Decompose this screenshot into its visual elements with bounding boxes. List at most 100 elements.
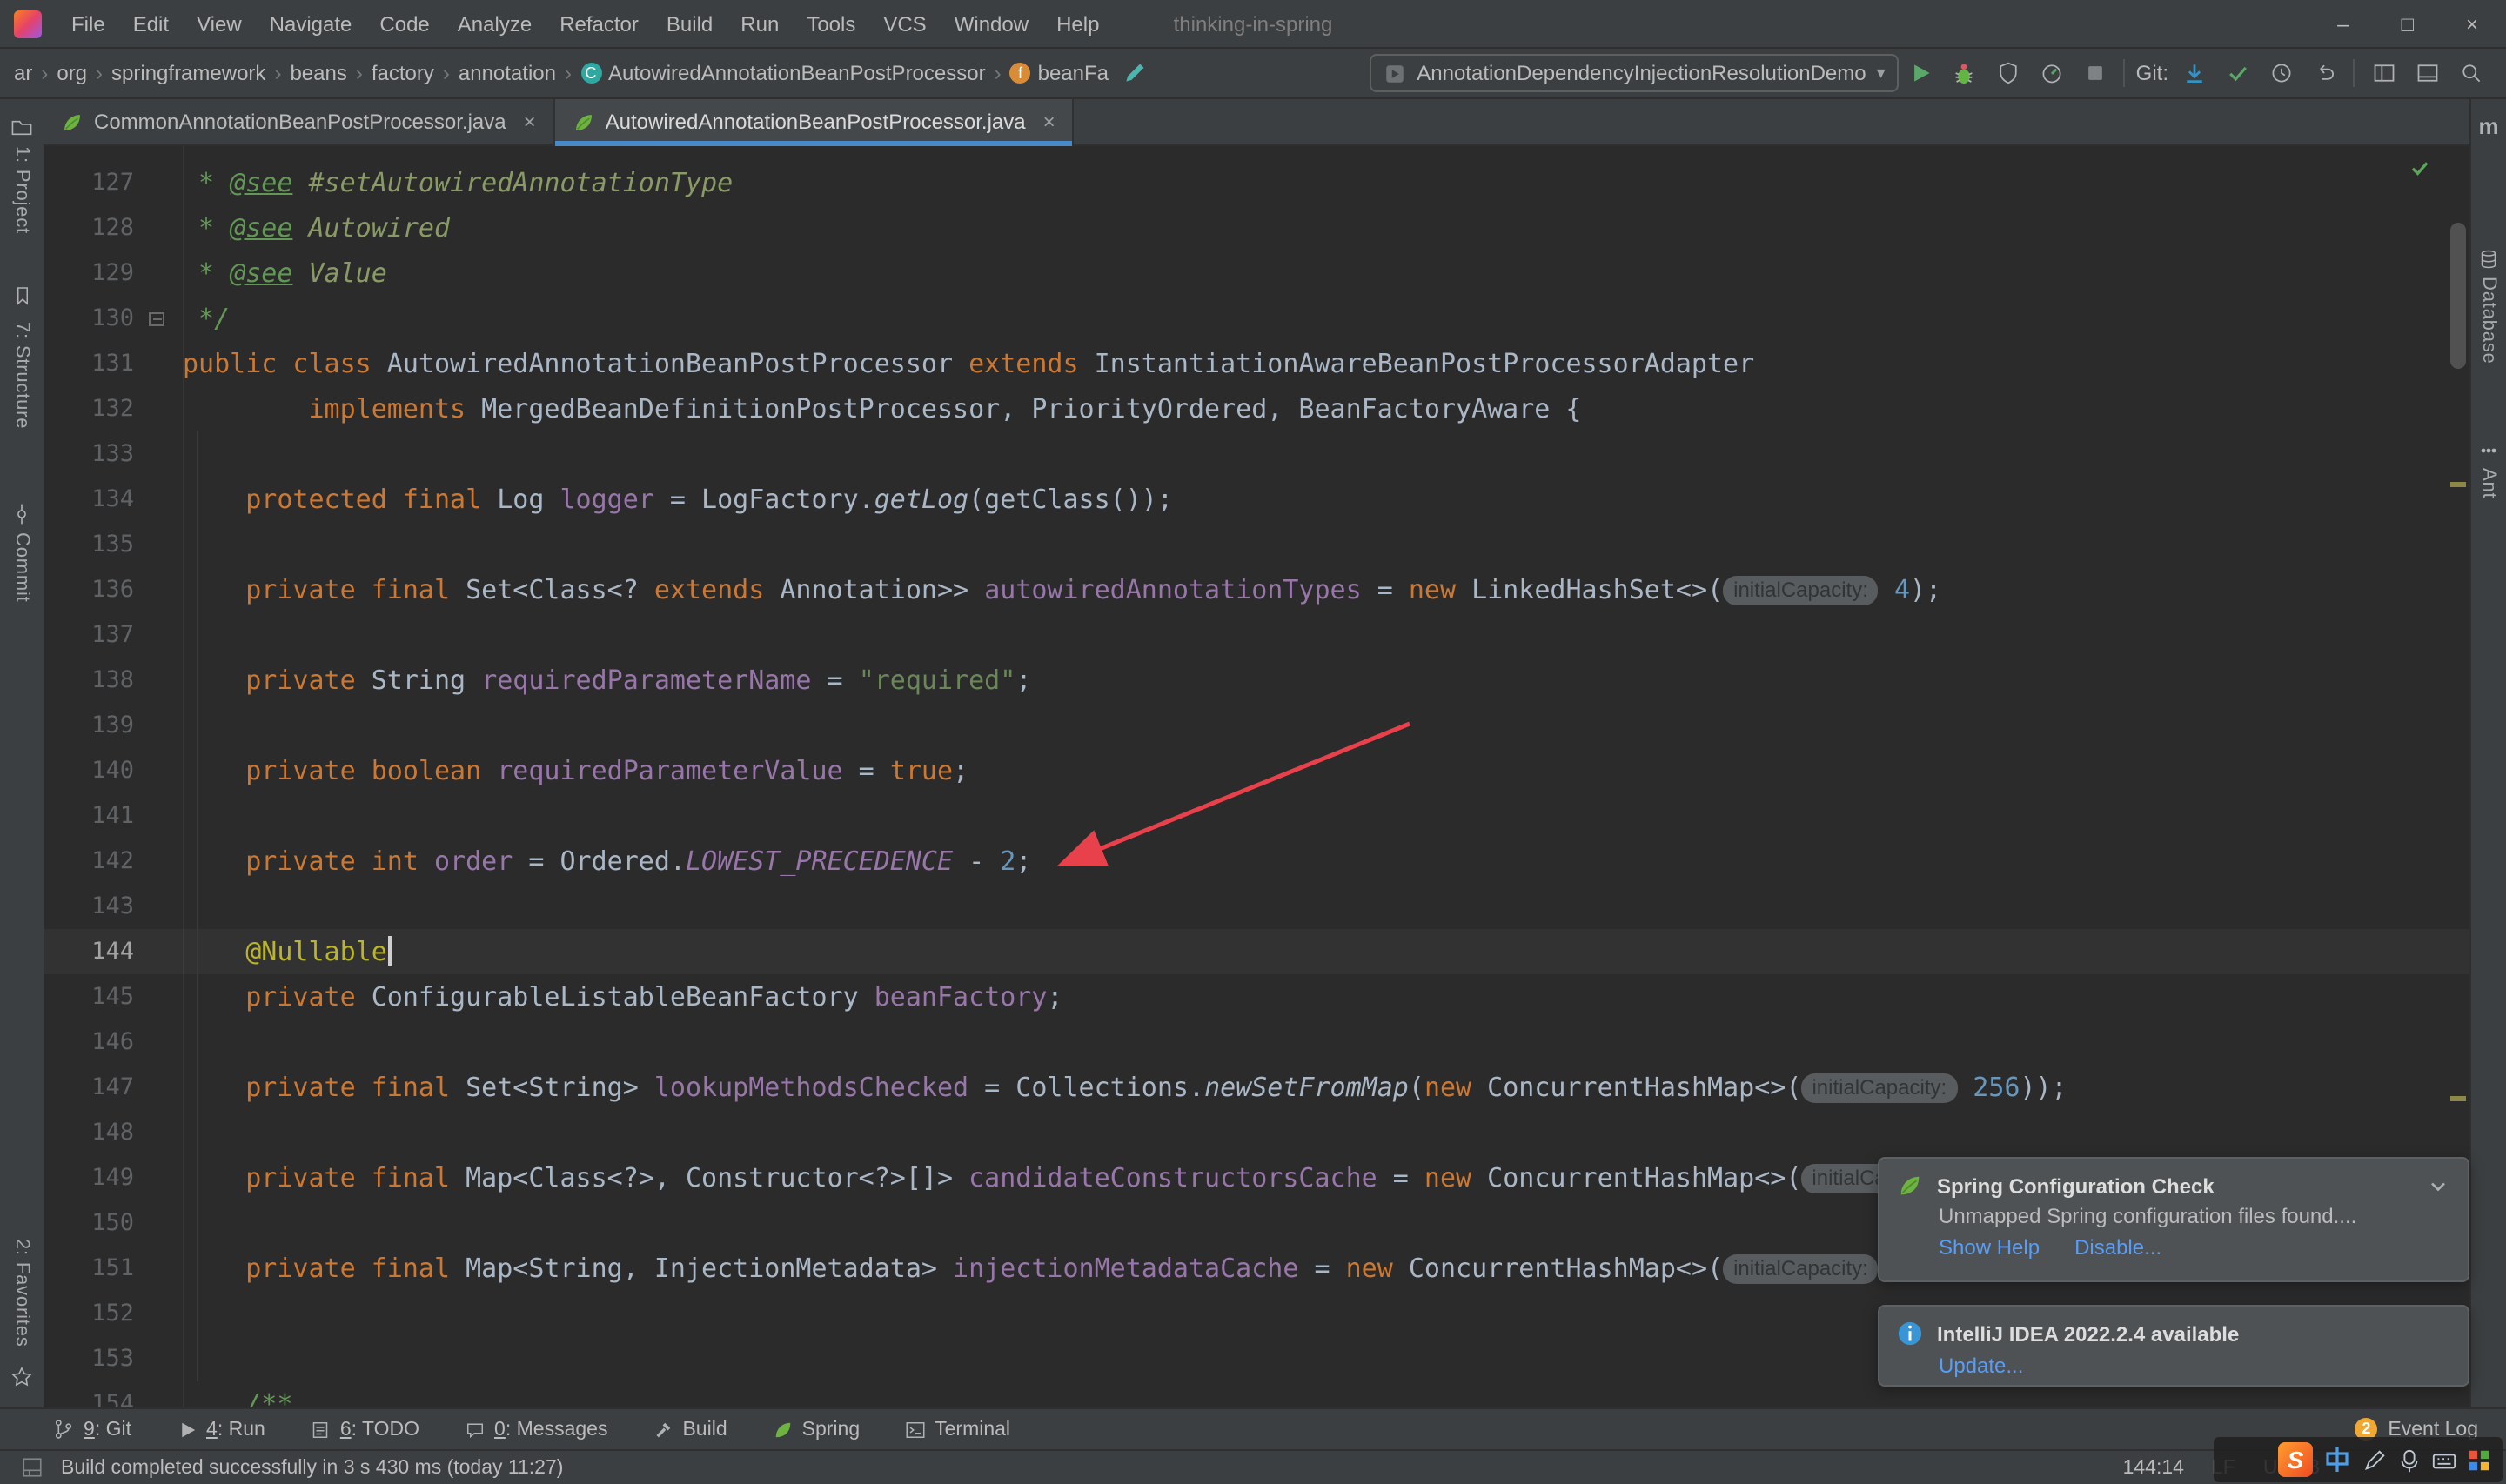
toolwindow-git[interactable]: 9: Git [52, 1418, 131, 1441]
hide-windows-button[interactable] [2405, 51, 2449, 95]
toolwindow-terminal[interactable]: Terminal [905, 1419, 1010, 1440]
code-line-132[interactable]: 132 implements MergedBeanDefinitionPostP… [44, 386, 2469, 431]
debug-button[interactable] [1943, 51, 1987, 95]
menu-help[interactable]: Help [1044, 6, 1111, 41]
menu-refactor[interactable]: Refactor [547, 6, 651, 41]
ime-toolbox-icon[interactable] [2466, 1447, 2492, 1473]
menu-analyze[interactable]: Analyze [446, 6, 544, 41]
code-line-144[interactable]: 144 @Nullable [44, 929, 2469, 974]
editor-tab[interactable]: CommonAnnotationBeanPostProcessor.java × [44, 99, 555, 144]
code-line-127[interactable]: 127 * @see #setAutowiredAnnotationType [44, 160, 2469, 205]
code-line-146[interactable]: 146 [44, 1019, 2469, 1065]
menu-file[interactable]: File [59, 6, 117, 41]
code-line-128[interactable]: 128 * @see Autowired [44, 205, 2469, 251]
code-line-131[interactable]: 131 public class AutowiredAnnotationBeanP… [44, 341, 2469, 386]
tool-stripe-commit[interactable]: Commit [0, 503, 44, 603]
menu-edit[interactable]: Edit [121, 6, 181, 41]
menu-view[interactable]: View [184, 6, 254, 41]
search-everywhere-icon[interactable] [2449, 51, 2492, 95]
show-help-link[interactable]: Show Help [1939, 1235, 2040, 1260]
menu-run[interactable]: Run [728, 6, 791, 41]
breadcrumb-item[interactable]: C AutowiredAnnotationBeanPostProcessor [580, 61, 986, 85]
menu-navigate[interactable]: Navigate [258, 6, 365, 41]
toolwindow-build[interactable]: Build [653, 1419, 727, 1440]
expand-chevron-icon[interactable] [2426, 1173, 2450, 1198]
code-line-137[interactable]: 137 [44, 612, 2469, 658]
run-configuration-select[interactable]: AnnotationDependencyInjectionResolutionD… [1370, 54, 1900, 92]
code-line-136[interactable]: 136 private final Set<Class<? extends An… [44, 567, 2469, 612]
code-line-139[interactable]: 139 [44, 703, 2469, 748]
editor-scrollbar[interactable] [2450, 223, 2466, 369]
code-line-130[interactable]: 130 */ [44, 296, 2469, 341]
git-branch-icon [55, 1420, 72, 1439]
toolwindow-todo[interactable]: 6: TODO [311, 1419, 419, 1440]
tool-stripe-maven[interactable]: m [2471, 113, 2506, 139]
toolwindow-messages[interactable]: 0: Messages [465, 1419, 607, 1440]
commit-button[interactable] [2215, 51, 2259, 95]
disable-link[interactable]: Disable... [2074, 1235, 2161, 1260]
breadcrumb-separator: › [565, 61, 572, 85]
profiler-button[interactable] [2030, 51, 2074, 95]
close-tab-icon[interactable]: × [524, 110, 536, 134]
caret-position[interactable]: 144:14 [2123, 1457, 2184, 1478]
notification-spring-check[interactable]: Spring Configuration Check Unmapped Spri… [1878, 1157, 2469, 1282]
code-line-138[interactable]: 138 private String requiredParameterName… [44, 658, 2469, 703]
stop-button[interactable] [2074, 51, 2117, 95]
menu-code[interactable]: Code [367, 6, 441, 41]
tool-stripe-database[interactable]: Database [2471, 249, 2506, 364]
code-line-145[interactable]: 145 private ConfigurableListableBeanFact… [44, 974, 2469, 1019]
toolwindow-spring[interactable]: Spring [773, 1419, 860, 1440]
history-button[interactable] [2259, 51, 2302, 95]
code-line-142[interactable]: 142 private int order = Ordered.LOWEST_P… [44, 839, 2469, 884]
breadcrumb-item[interactable]: springframework [111, 61, 265, 85]
breadcrumb-item[interactable]: org [57, 61, 87, 85]
code-line-141[interactable]: 141 [44, 793, 2469, 839]
sogou-icon[interactable]: S [2278, 1442, 2313, 1477]
code-line-134[interactable]: 134 protected final Log logger = LogFact… [44, 477, 2469, 522]
toolwindow-run[interactable]: 4: Run [177, 1419, 265, 1440]
code-line-129[interactable]: 129 * @see Value [44, 251, 2469, 296]
keyboard-icon[interactable] [2431, 1447, 2457, 1473]
code-line-140[interactable]: 140 private boolean requiredParameterVal… [44, 748, 2469, 793]
tool-stripe-favorites[interactable]: 2: Favorites [0, 1239, 44, 1347]
tab-label: AutowiredAnnotationBeanPostProcessor.jav… [605, 110, 1026, 134]
restore-layout-button[interactable] [2362, 51, 2405, 95]
menu-build[interactable]: Build [654, 6, 725, 41]
breadcrumb-item[interactable]: factory [372, 61, 434, 85]
handwriting-icon[interactable] [2362, 1447, 2388, 1473]
favorites-star-button[interactable] [0, 1366, 44, 1388]
voice-input-icon[interactable] [2396, 1447, 2422, 1473]
tool-stripe-ant[interactable]: Ant [2471, 440, 2506, 498]
code-line-143[interactable]: 143 [44, 884, 2469, 929]
close-tab-icon[interactable]: × [1043, 110, 1055, 134]
breadcrumb-item[interactable]: ar [14, 61, 32, 85]
menu-window[interactable]: Window [942, 6, 1041, 41]
coverage-button[interactable] [1987, 51, 2030, 95]
rollback-button[interactable] [2302, 51, 2346, 95]
error-stripe-mark[interactable] [2450, 482, 2466, 487]
tool-stripe-structure[interactable]: 7: Structure [0, 322, 44, 429]
menu-vcs[interactable]: VCS [871, 6, 938, 41]
code-line-133[interactable]: 133 [44, 431, 2469, 477]
inspections-ok-icon[interactable] [2409, 157, 2431, 179]
minimize-button[interactable]: – [2337, 11, 2349, 36]
tool-stripe-project[interactable]: 1: Project [0, 117, 44, 234]
code-line-135[interactable]: 135 [44, 522, 2469, 567]
update-link[interactable]: Update... [1939, 1354, 2023, 1378]
breadcrumb-item[interactable]: f beanFa [1009, 61, 1109, 85]
menu-tools[interactable]: Tools [794, 6, 868, 41]
maximize-button[interactable]: □ [2401, 11, 2414, 36]
breadcrumb-item[interactable]: beans [290, 61, 346, 85]
code-line-147[interactable]: 147 private final Set<String> lookupMeth… [44, 1065, 2469, 1110]
breadcrumb-item[interactable]: annotation [459, 61, 556, 85]
toolwindow-toggle-icon[interactable] [21, 1456, 44, 1479]
chinese-mode-icon[interactable] [2322, 1444, 2353, 1475]
notification-ide-update[interactable]: IntelliJ IDEA 2022.2.4 available Update.… [1878, 1305, 2469, 1387]
code-line-148[interactable]: 148 [44, 1110, 2469, 1155]
error-stripe-mark[interactable] [2450, 1096, 2466, 1101]
editor-tab[interactable]: AutowiredAnnotationBeanPostProcessor.jav… [554, 99, 1075, 146]
bookmark-stripe-button[interactable] [0, 284, 44, 308]
run-button[interactable] [1900, 51, 1943, 95]
close-button[interactable]: × [2466, 11, 2478, 36]
update-project-button[interactable] [2172, 51, 2215, 95]
